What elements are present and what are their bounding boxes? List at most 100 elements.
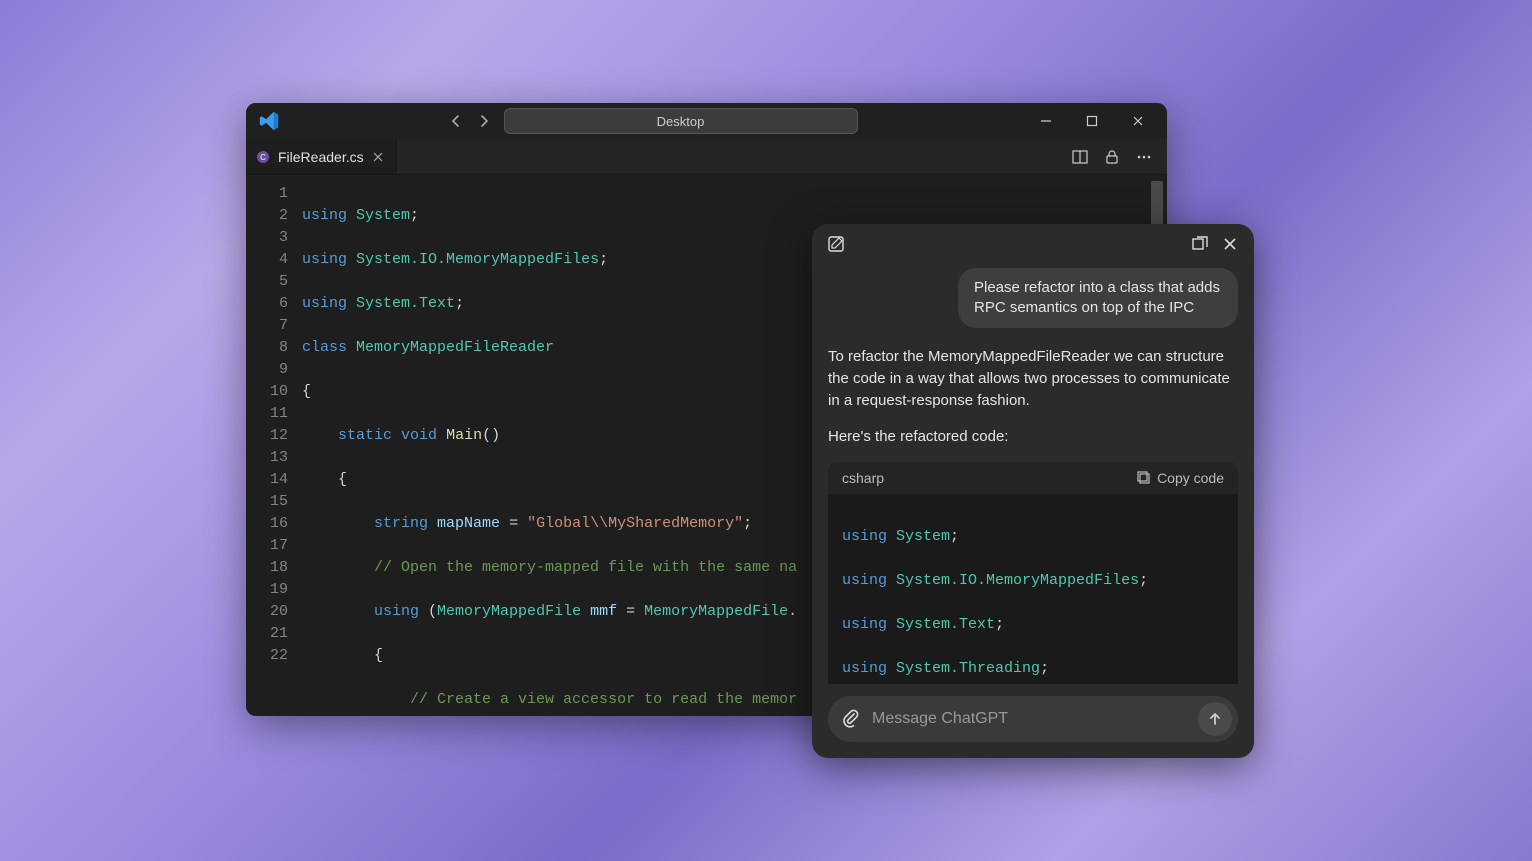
line-number: 17 (246, 535, 288, 557)
minimize-button[interactable] (1023, 103, 1069, 139)
titlebar: Desktop (246, 103, 1167, 139)
split-editor-icon[interactable] (1071, 148, 1089, 166)
token: System.IO.MemoryMappedFiles (356, 251, 599, 268)
token: System.Text (896, 616, 995, 633)
token: class (302, 339, 347, 356)
nav-forward-icon[interactable] (474, 111, 494, 131)
user-message-bubble: Please refactor into a class that adds R… (958, 268, 1238, 328)
vscode-logo-icon (258, 110, 280, 132)
tab-close-icon[interactable] (372, 150, 386, 164)
token: System.IO.MemoryMappedFiles (896, 572, 1139, 589)
lock-icon[interactable] (1103, 148, 1121, 166)
token: { (338, 471, 347, 488)
chat-body: Please refactor into a class that adds R… (812, 264, 1254, 684)
window-controls (1023, 103, 1161, 139)
line-number: 22 (246, 645, 288, 667)
line-number: 2 (246, 205, 288, 227)
token: System.Text (356, 295, 455, 312)
nav-back-icon[interactable] (446, 111, 466, 131)
assistant-paragraph: Here's the refactored code: (828, 426, 1238, 448)
line-number: 3 (246, 227, 288, 249)
token: using (842, 660, 887, 677)
token: ; (995, 616, 1004, 633)
token: { (302, 383, 311, 400)
code-language-label: csharp (842, 470, 884, 486)
editor-actions (1057, 139, 1167, 174)
line-number: 14 (246, 469, 288, 491)
line-number: 13 (246, 447, 288, 469)
token: Main (446, 427, 482, 444)
line-number: 16 (246, 513, 288, 535)
editor-tab[interactable]: C FileReader.cs (246, 139, 397, 174)
token: string (374, 515, 428, 532)
tab-bar: C FileReader.cs (246, 139, 1167, 175)
token: ; (1040, 660, 1049, 677)
chat-input-row (812, 684, 1254, 758)
line-number: 6 (246, 293, 288, 315)
user-message-text: Please refactor into a class that adds R… (974, 279, 1220, 316)
code-block-header: csharp Copy code (828, 462, 1238, 494)
line-number: 15 (246, 491, 288, 513)
send-button[interactable] (1198, 702, 1232, 736)
copy-code-button[interactable]: Copy code (1137, 470, 1224, 486)
token: ; (950, 528, 959, 545)
line-number: 19 (246, 579, 288, 601)
chat-input[interactable] (872, 710, 1188, 728)
token: System (356, 207, 410, 224)
token: . (788, 603, 797, 620)
token: static (338, 427, 392, 444)
copy-code-label: Copy code (1157, 470, 1224, 486)
token: using (302, 295, 347, 312)
token: ( (419, 603, 437, 620)
line-number: 10 (246, 381, 288, 403)
line-number: 1 (246, 183, 288, 205)
line-number: 4 (246, 249, 288, 271)
token: // Create a view accessor to read the me… (410, 691, 797, 708)
line-number: 12 (246, 425, 288, 447)
maximize-button[interactable] (1069, 103, 1115, 139)
token: MemoryMappedFileReader (356, 339, 554, 356)
line-number: 18 (246, 557, 288, 579)
token: using (302, 251, 347, 268)
token: MemoryMappedFile (437, 603, 581, 620)
token: void (401, 427, 437, 444)
token: = (500, 515, 527, 532)
token: using (374, 603, 419, 620)
token: = (617, 603, 644, 620)
line-number: 8 (246, 337, 288, 359)
close-button[interactable] (1115, 103, 1161, 139)
token: ; (455, 295, 464, 312)
line-number: 20 (246, 601, 288, 623)
token: ; (410, 207, 419, 224)
token: () (482, 427, 500, 444)
chat-input-wrap (828, 696, 1238, 742)
line-number: 21 (246, 623, 288, 645)
token: System.Threading (896, 660, 1040, 677)
line-number: 7 (246, 315, 288, 337)
assistant-paragraph: To refactor the MemoryMappedFileReader w… (828, 346, 1238, 412)
line-number: 11 (246, 403, 288, 425)
attachment-icon[interactable] (840, 708, 862, 730)
tab-filename: FileReader.cs (278, 149, 364, 165)
code-block-body[interactable]: using System; using System.IO.MemoryMapp… (828, 494, 1238, 684)
nav-arrows (446, 111, 494, 131)
line-number: 5 (246, 271, 288, 293)
token: ; (599, 251, 608, 268)
token: ; (743, 515, 752, 532)
popout-icon[interactable] (1190, 234, 1210, 254)
code-block: csharp Copy code using System; using Sys… (828, 462, 1238, 684)
token: // Open the memory-mapped file with the … (374, 559, 797, 576)
token: using (842, 528, 887, 545)
token: mmf (581, 603, 617, 620)
token: using (842, 616, 887, 633)
token: { (374, 647, 383, 664)
chat-overlay-window: Please refactor into a class that adds R… (812, 224, 1254, 758)
new-chat-icon[interactable] (826, 234, 846, 254)
svg-text:C: C (260, 153, 266, 162)
close-chat-icon[interactable] (1220, 234, 1240, 254)
command-center-search[interactable]: Desktop (504, 108, 858, 134)
token: using (842, 572, 887, 589)
csharp-file-icon: C (256, 150, 270, 164)
line-gutter: 1 2 3 4 5 6 7 8 9 10 11 12 13 14 15 16 1… (246, 175, 302, 716)
more-actions-icon[interactable] (1135, 148, 1153, 166)
